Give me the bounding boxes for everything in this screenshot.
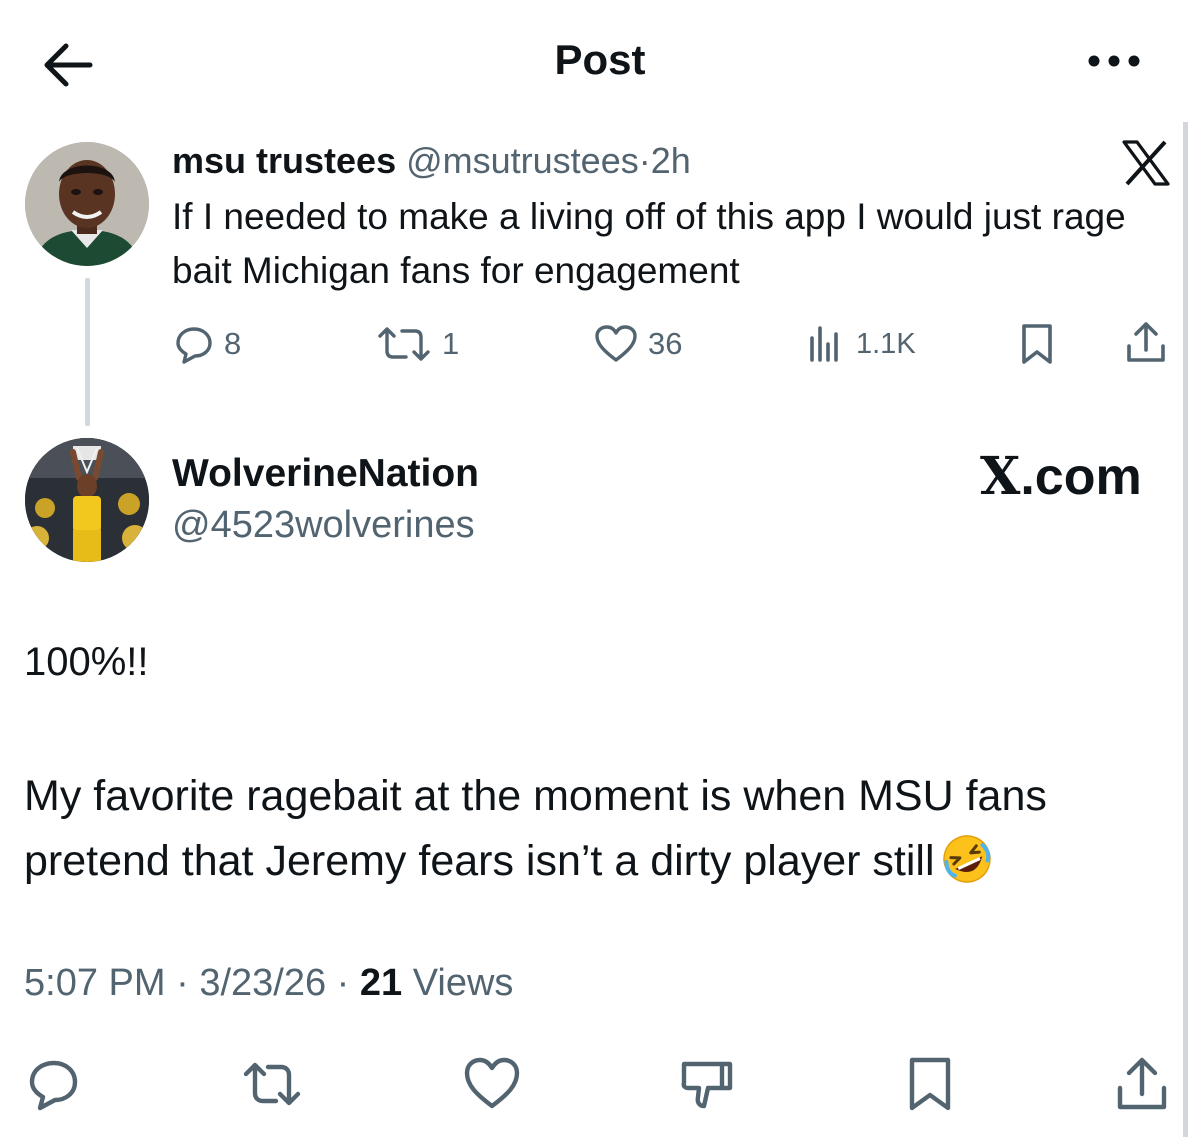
reply-icon [176,327,212,364]
post-text-body: My favorite ragebait at the moment is wh… [24,764,1184,894]
views-label[interactable]: Views [413,962,514,1004]
quoted-repost-button[interactable]: 1 [376,322,459,366]
thumbs-down-icon [681,1061,733,1109]
bookmark-button[interactable] [900,1054,960,1114]
quoted-share-icon[interactable] [1124,320,1168,366]
thread-line [85,278,90,426]
reply-icon [29,1060,78,1111]
quoted-like-count: 36 [648,326,683,361]
post-time: 5:07 PM [24,962,166,1004]
quoted-reply-button[interactable]: 8 [174,322,241,366]
like-button[interactable] [462,1054,522,1114]
quoted-separator: · [638,140,651,181]
quoted-views-button[interactable]: 1.1K [806,322,916,366]
dislike-button[interactable] [676,1054,736,1114]
meta-dot: · [176,962,189,1004]
views-chart-icon [810,326,838,362]
quoted-post-header: msu trustees @msutrustees·2h [172,140,691,182]
quoted-like-button[interactable]: 36 [594,322,682,366]
rolling-on-floor-laughing-emoji [942,835,991,883]
quoted-reply-count: 8 [224,326,242,361]
quoted-views-count: 1.1K [856,327,916,360]
post-meta: 5:07 PM · 3/23/26 · 21 Views [24,962,513,1005]
views-count: 21 [359,962,403,1004]
x-logo-icon [1121,140,1171,186]
author-handle[interactable]: @4523wolverines [172,504,475,547]
reply-button[interactable] [24,1054,84,1114]
heart-icon [464,1057,520,1109]
avatar-msu-trustees[interactable] [25,142,149,266]
quoted-repost-count: 1 [442,326,460,361]
repost-button[interactable] [240,1054,301,1114]
x-com-watermark: X.com [980,446,1142,507]
post-date: 3/23/26 [199,962,327,1004]
share-icon [1117,1057,1167,1110]
heart-icon [595,325,637,362]
quoted-age: 2h [650,140,691,181]
author-display-name[interactable]: WolverineNation [172,452,479,496]
quoted-bookmark-icon[interactable] [1017,322,1057,366]
quoted-handle[interactable]: @msutrustees [406,140,639,181]
post-text-main: My favorite ragebait at the moment is wh… [24,772,1047,885]
bookmark-icon [909,1057,951,1111]
meta-dot: · [336,962,350,1004]
more-icon[interactable] [1084,46,1148,76]
share-button[interactable] [1112,1054,1172,1114]
post-text-line: 100%!! [24,640,149,684]
repost-icon [378,327,430,361]
quoted-display-name[interactable]: msu trustees [172,140,396,181]
quoted-post-text: If I needed to make a living off of this… [172,196,1126,291]
avatar-wolverine-nation[interactable] [25,438,149,562]
scroll-edge [1183,122,1188,1137]
page-title: Post [554,36,646,83]
repost-icon [243,1062,301,1106]
